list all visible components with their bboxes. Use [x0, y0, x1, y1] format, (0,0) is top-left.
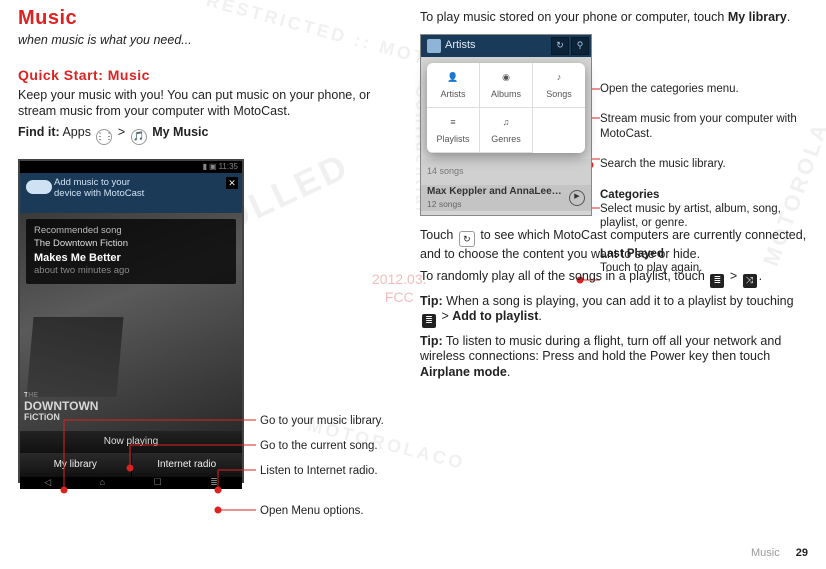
cat-artists[interactable]: 👤 Artists	[427, 63, 480, 108]
tab-internet-radio[interactable]: Internet radio	[132, 453, 243, 477]
menu-titlebar: Artists ↻ ⚲	[421, 35, 591, 57]
banner-close-button[interactable]: ✕	[226, 177, 238, 189]
list-row-dim: 14 songs	[421, 159, 591, 185]
home-icon[interactable]: ⌂	[100, 477, 105, 488]
tip-add-playlist: Tip: When a song is playing, you can add…	[420, 294, 810, 328]
status-bar: ▮ ▣ 11:35	[20, 161, 242, 173]
tab-my-library[interactable]: My library	[20, 453, 132, 477]
callout-open-categories: Open the categories menu.	[600, 82, 815, 96]
recommended-card[interactable]: Recommended song The Downtown Fiction Ma…	[26, 219, 236, 284]
apps-icon: ⋮⋮	[96, 129, 112, 145]
tip-airplane: Tip: To listen to music during a flight,…	[420, 334, 810, 381]
categories-screenshot: Artists ↻ ⚲ 👤 Artists ◉ Albums ♪ Songs	[420, 34, 592, 216]
artist-titleicon	[427, 39, 441, 53]
tagline: when music is what you need...	[18, 33, 398, 49]
songs-icon: ♪	[550, 69, 568, 87]
bottom-tabs: My library Internet radio	[20, 453, 242, 477]
callout-current-song: Go to the current song.	[260, 439, 378, 453]
genres-icon: ♫	[497, 114, 515, 132]
callout-stream-motocast: Stream music from your computer with Mot…	[600, 112, 815, 141]
music-app-icon: 🎵	[131, 129, 147, 145]
cat-playlists[interactable]: ≡ Playlists	[427, 108, 480, 153]
cat-albums[interactable]: ◉ Albums	[480, 63, 533, 108]
now-playing-bar[interactable]: Now playing	[20, 431, 242, 453]
cat-songs[interactable]: ♪ Songs	[533, 63, 585, 108]
signal-icon: ▮	[203, 162, 207, 172]
phone-screenshot: ▮ ▣ 11:35 Add music to your device with …	[18, 159, 244, 483]
recent-icon[interactable]: ☐	[154, 477, 162, 488]
search-icon[interactable]: ⚲	[571, 37, 589, 55]
artists-icon: 👤	[444, 69, 462, 87]
last-played-row[interactable]: Max Keppler and AnnaLee… 12 songs ▶	[421, 185, 591, 211]
callout-menu-options: Open Menu options.	[260, 504, 364, 518]
menu-icon[interactable]: ≣	[210, 477, 218, 488]
page-title: Music	[18, 6, 398, 31]
quick-start-heading: Quick Start: Music	[18, 67, 398, 85]
battery-icon: ▣	[209, 162, 217, 172]
motocast-status-icon: ↻	[459, 231, 475, 247]
refresh-icon[interactable]: ↻	[551, 37, 569, 55]
cloud-icon	[26, 180, 46, 194]
find-it-line: Find it: Apps ⋮⋮ > 🎵 My Music	[18, 125, 398, 145]
playlists-icon: ≡	[444, 114, 462, 132]
motocast-banner[interactable]: Add music to your device with MotoCast ✕	[20, 173, 242, 213]
menu-lines-icon-2: ≣	[422, 314, 436, 328]
cat-genres[interactable]: ♫ Genres	[480, 108, 533, 153]
album-cover[interactable]: Recommended song The Downtown Fiction Ma…	[20, 213, 242, 431]
callout-search-library: Search the music library.	[600, 157, 815, 171]
callout-categories: Categories Select music by artist, album…	[600, 188, 815, 231]
callout-library: Go to your music library.	[260, 414, 384, 428]
android-nav-bar: ◁ ⌂ ☐ ≣	[20, 477, 242, 489]
page-footer: Music29	[751, 547, 808, 561]
right-callouts: Open the categories menu. Stream music f…	[600, 82, 815, 291]
albums-icon: ◉	[497, 69, 515, 87]
callout-internet-radio: Listen to Internet radio.	[260, 464, 378, 478]
status-time: 11:35	[219, 162, 238, 172]
callout-last-played: Last Played Touch to play again.	[600, 247, 815, 276]
play-icon[interactable]: ▶	[569, 190, 585, 206]
back-icon[interactable]: ◁	[44, 477, 51, 488]
categories-popup: 👤 Artists ◉ Albums ♪ Songs ≡ Playlists	[427, 63, 585, 153]
quick-start-body: Keep your music with you! You can put mu…	[18, 88, 398, 119]
right-intro: To play music stored on your phone or co…	[420, 10, 810, 26]
